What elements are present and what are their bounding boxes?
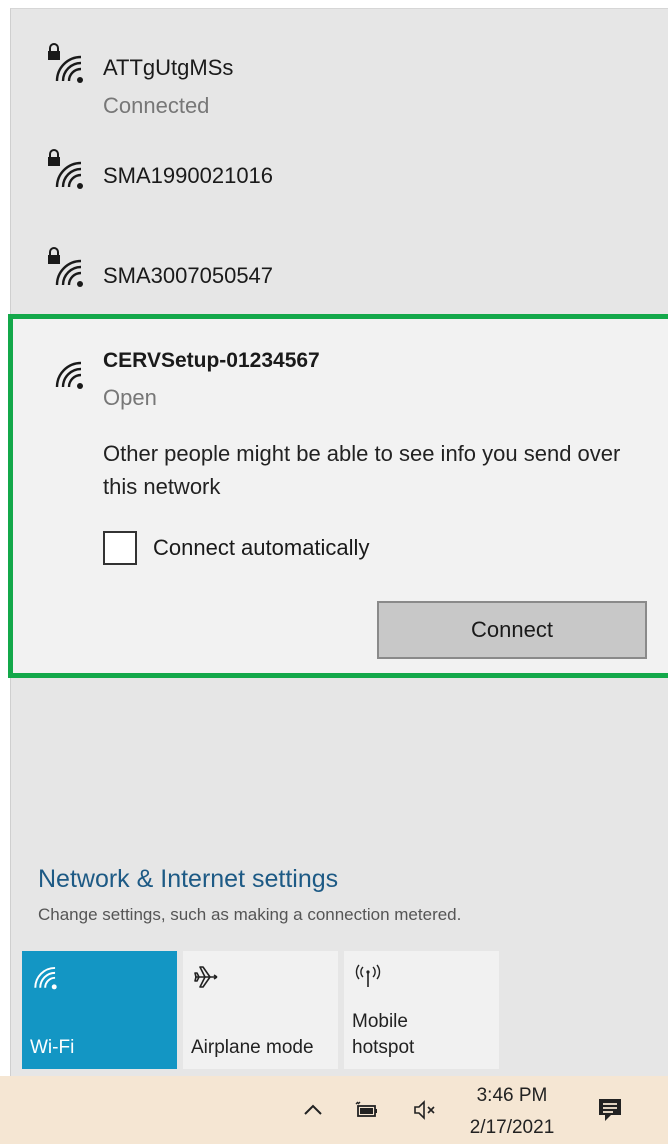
wifi-signal-icon	[55, 361, 83, 389]
wifi-signal-icon	[55, 55, 83, 83]
network-item-sma1990021016[interactable]: SMA1990021016	[11, 147, 668, 217]
network-name: ATTgUtgMSs	[103, 55, 234, 80]
clock-date: 2/17/2021	[469, 1117, 555, 1138]
security-warning: Other people might be able to see info y…	[103, 441, 621, 499]
tile-label: Mobile hotspot	[352, 1011, 415, 1058]
airplane-mode-tile[interactable]: Airplane mode	[183, 951, 338, 1069]
wifi-icon	[34, 966, 57, 990]
battery-icon[interactable]	[354, 1098, 380, 1122]
connect-button[interactable]: Connect	[377, 601, 647, 659]
taskbar: 3:46 PM 2/17/2021	[0, 1076, 668, 1144]
wifi-toggle-tile[interactable]: Wi-Fi	[22, 951, 177, 1069]
wifi-signal-icon	[55, 161, 83, 189]
network-name: CERVSetup-01234567	[103, 349, 320, 372]
connect-automatically-label[interactable]: Connect automatically	[153, 535, 369, 561]
network-name: SMA1990021016	[103, 163, 274, 188]
network-item-attgutgmss[interactable]: ATTgUtgMSs Connected	[11, 39, 668, 129]
tile-label: Airplane mode	[191, 1037, 314, 1058]
airplane-icon	[194, 966, 218, 988]
tile-label: Wi-Fi	[30, 1037, 75, 1058]
hotspot-icon	[355, 964, 381, 987]
secured-wifi-icon	[45, 43, 93, 87]
open-wifi-icon	[45, 349, 93, 393]
secured-wifi-icon	[45, 149, 93, 193]
network-settings-link[interactable]: Network & Internet settings	[38, 865, 338, 894]
wifi-signal-icon	[55, 259, 83, 287]
network-settings-description: Change settings, such as making a connec…	[38, 905, 462, 924]
clock-time: 3:46 PM	[476, 1085, 548, 1106]
screen: ATTgUtgMSs Connected SMA1990021016 SMA30…	[0, 0, 668, 1144]
secured-wifi-icon	[45, 247, 93, 291]
volume-muted-icon[interactable]	[412, 1098, 438, 1122]
connect-automatically-checkbox[interactable]	[103, 531, 137, 565]
notifications-icon[interactable]	[596, 1096, 624, 1124]
mobile-hotspot-tile[interactable]: Mobile hotspot	[344, 951, 499, 1069]
network-status: Open	[103, 385, 157, 410]
selected-network-panel: CERVSetup-01234567 Open Other people mig…	[8, 314, 668, 678]
system-clock[interactable]: 3:46 PM 2/17/2021	[462, 1082, 562, 1142]
network-item-sma3007050547[interactable]: SMA3007050547	[11, 245, 668, 315]
network-status: Connected	[103, 93, 210, 118]
network-name: SMA3007050547	[103, 263, 274, 288]
chevron-up-icon[interactable]	[300, 1098, 326, 1122]
